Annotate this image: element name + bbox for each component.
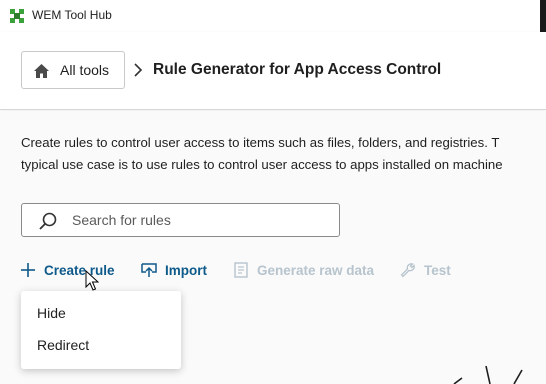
import-icon	[141, 263, 157, 277]
chevron-right-icon	[134, 63, 143, 77]
page-description: Create rules to control user access to i…	[21, 132, 546, 176]
generate-raw-data-label: Generate raw data	[257, 262, 375, 278]
window-edge	[540, 0, 546, 32]
create-rule-button[interactable]: Create rule	[20, 261, 115, 279]
search-input[interactable]	[72, 210, 322, 230]
plus-icon	[21, 263, 35, 277]
menu-item-redirect[interactable]: Redirect	[37, 337, 89, 353]
test-label: Test	[424, 262, 451, 278]
page-header: All tools Rule Generator for App Access …	[0, 32, 546, 110]
test-button[interactable]: Test	[400, 261, 451, 279]
description-line-1: Create rules to control user access to i…	[21, 135, 500, 150]
import-button[interactable]: Import	[141, 261, 207, 279]
document-icon	[234, 262, 248, 278]
window-title: WEM Tool Hub	[32, 8, 112, 22]
window-titlebar: WEM Tool Hub	[0, 0, 546, 32]
generate-raw-data-button[interactable]: Generate raw data	[233, 261, 374, 279]
create-rule-label: Create rule	[44, 262, 115, 278]
menu-item-hide[interactable]: Hide	[37, 305, 66, 321]
search-icon	[39, 212, 57, 230]
description-line-2: typical use case is to use rules to cont…	[21, 157, 503, 172]
all-tools-button[interactable]: All tools	[21, 51, 125, 89]
home-icon	[34, 64, 49, 78]
mouse-cursor-icon	[85, 270, 99, 291]
all-tools-label: All tools	[60, 62, 110, 78]
decorative-illustration	[453, 365, 523, 384]
wrench-icon	[400, 263, 415, 278]
wem-logo-icon	[10, 9, 24, 23]
search-box[interactable]	[21, 203, 340, 237]
create-rule-menu: Hide Redirect	[21, 291, 181, 369]
page-title: Rule Generator for App Access Control	[153, 61, 442, 78]
import-label: Import	[165, 262, 207, 278]
